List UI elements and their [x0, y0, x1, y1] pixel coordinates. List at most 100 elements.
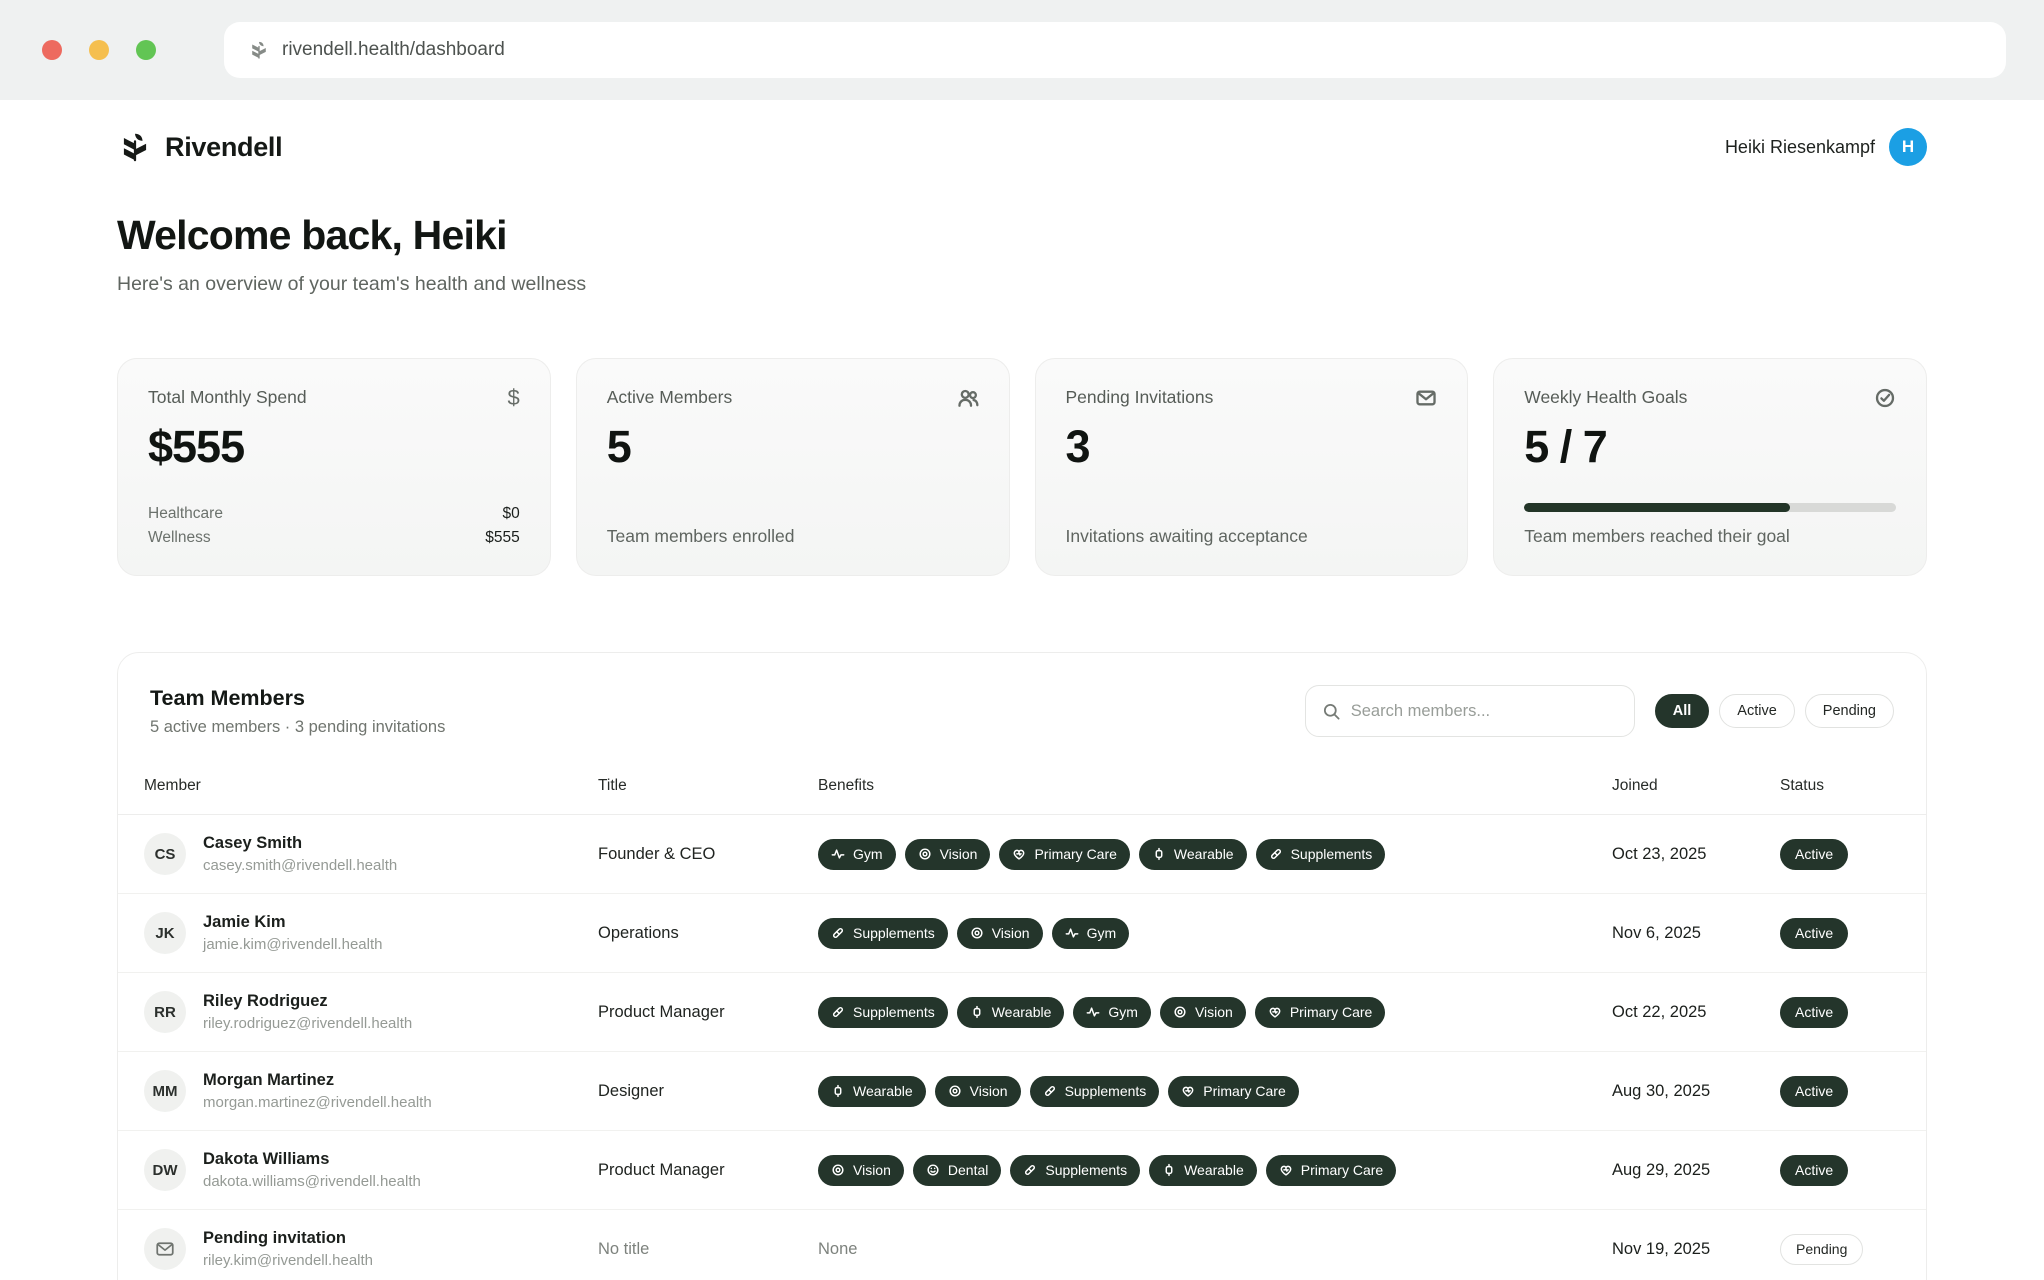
goal-progress-bar	[1524, 503, 1896, 512]
filter-chip-all[interactable]: All	[1655, 694, 1710, 728]
column-header-member: Member	[118, 763, 598, 815]
column-header-title: Title	[598, 763, 818, 815]
benefit-badge-wearable: Wearable	[957, 997, 1065, 1028]
status-badge: Active	[1780, 1155, 1848, 1186]
search-input[interactable]	[1351, 702, 1618, 721]
brand: Rivendell	[117, 129, 282, 165]
benefit-badge-vision: Vision	[957, 918, 1043, 949]
benefit-badge-gym: Gym	[1073, 997, 1151, 1028]
member-name: Riley Rodriguez	[203, 992, 412, 1011]
user-menu[interactable]: Heiki Riesenkampf H	[1725, 128, 1927, 166]
benefit-badge-wearable: Wearable	[818, 1076, 926, 1107]
benefit-badges: SupplementsWearableGymVisionPrimary Care	[818, 994, 1612, 1031]
url-text: rivendell.health/dashboard	[282, 39, 505, 61]
member-avatar: DW	[144, 1149, 186, 1191]
member-joined-date: Aug 30, 2025	[1612, 1082, 1710, 1100]
member-joined-date: Nov 19, 2025	[1612, 1240, 1710, 1258]
gym-icon	[1065, 926, 1079, 940]
stat-card-active-members: Active Members 5 Team members enrolled	[576, 358, 1010, 576]
benefit-badge-vision: Vision	[818, 1155, 904, 1186]
benefit-badge-supplements: Supplements	[1256, 839, 1386, 870]
table-row: JK Jamie Kim jamie.kim@rivendell.health …	[118, 894, 1926, 973]
primary-care-icon	[1012, 847, 1026, 861]
card-label: Pending Invitations	[1066, 387, 1214, 408]
member-name: Jamie Kim	[203, 913, 382, 932]
filter-chips: All Active Pending	[1655, 694, 1894, 728]
card-label: Active Members	[607, 387, 732, 408]
benefit-badge-primary-care: Primary Care	[999, 839, 1129, 870]
vision-icon	[1173, 1005, 1187, 1019]
traffic-lights	[42, 40, 156, 60]
stat-cards: Total Monthly Spend $ $555 Healthcare $0…	[117, 358, 1927, 576]
card-label: Total Monthly Spend	[148, 387, 307, 408]
breakdown-value: $555	[485, 529, 519, 547]
table-row: RR Riley Rodriguez riley.rodriguez@riven…	[118, 973, 1926, 1052]
benefit-badge-vision: Vision	[1160, 997, 1246, 1028]
member-name: Dakota Williams	[203, 1150, 421, 1169]
benefit-badge-primary-care: Primary Care	[1255, 997, 1385, 1028]
benefit-badge-primary-care: Primary Care	[1168, 1076, 1298, 1107]
page-subtitle: Here's an overview of your team's health…	[117, 273, 1927, 296]
benefit-badges: GymVisionPrimary CareWearableSupplements	[818, 836, 1612, 873]
vision-icon	[831, 1163, 845, 1177]
card-value: 5 / 7	[1524, 421, 1896, 473]
member-title: Designer	[598, 1082, 664, 1100]
member-name: Casey Smith	[203, 834, 397, 853]
check-circle-icon	[1874, 387, 1896, 409]
maximize-window-button[interactable]	[136, 40, 156, 60]
benefit-badge-wearable: Wearable	[1149, 1155, 1257, 1186]
member-title: Product Manager	[598, 1161, 725, 1179]
filter-chip-pending[interactable]: Pending	[1805, 694, 1894, 728]
supplements-icon	[831, 926, 845, 940]
member-avatar: RR	[144, 991, 186, 1033]
user-name: Heiki Riesenkampf	[1725, 137, 1875, 158]
card-caption: Invitations awaiting acceptance	[1066, 526, 1438, 547]
spend-breakdown: Healthcare $0 Wellness $555	[148, 505, 520, 547]
benefit-badges: SupplementsVisionGym	[818, 915, 1612, 952]
supplements-icon	[1269, 847, 1283, 861]
minimize-window-button[interactable]	[89, 40, 109, 60]
close-window-button[interactable]	[42, 40, 62, 60]
browser-chrome: rivendell.health/dashboard	[0, 0, 2044, 100]
user-avatar[interactable]: H	[1889, 128, 1927, 166]
status-badge: Active	[1780, 839, 1848, 870]
card-value: 3	[1066, 421, 1438, 473]
member-title: Product Manager	[598, 1003, 725, 1021]
filter-chip-active[interactable]: Active	[1719, 694, 1795, 728]
table-row: CS Casey Smith casey.smith@rivendell.hea…	[118, 815, 1926, 894]
page-title: Welcome back, Heiki	[117, 212, 1927, 259]
card-value: 5	[607, 421, 979, 473]
url-bar[interactable]: rivendell.health/dashboard	[224, 22, 2006, 78]
breakdown-label: Wellness	[148, 529, 211, 547]
dental-icon	[926, 1163, 940, 1177]
gym-icon	[1086, 1005, 1100, 1019]
member-joined-date: Aug 29, 2025	[1612, 1161, 1710, 1179]
member-email: dakota.williams@rivendell.health	[203, 1173, 421, 1190]
card-value: $555	[148, 421, 520, 473]
card-label: Weekly Health Goals	[1524, 387, 1687, 408]
benefit-badge-gym: Gym	[818, 839, 896, 870]
column-header-benefits: Benefits	[818, 763, 1612, 815]
benefit-badge-gym: Gym	[1052, 918, 1130, 949]
card-caption: Team members reached their goal	[1524, 526, 1896, 547]
status-badge: Active	[1780, 918, 1848, 949]
stat-card-weekly-health-goals: Weekly Health Goals 5 / 7 Team members r…	[1493, 358, 1927, 576]
supplements-icon	[831, 1005, 845, 1019]
member-avatar: CS	[144, 833, 186, 875]
member-email: riley.kim@rivendell.health	[203, 1252, 373, 1269]
benefits-none-label: None	[818, 1240, 857, 1259]
column-header-status: Status	[1780, 763, 1926, 815]
team-subtitle: 5 active members · 3 pending invitations	[150, 718, 445, 737]
team-members-section: Team Members 5 active members · 3 pendin…	[117, 652, 1927, 1280]
member-joined-date: Oct 23, 2025	[1612, 845, 1706, 863]
supplements-icon	[1043, 1084, 1057, 1098]
benefit-badges: None	[818, 1240, 1612, 1259]
table-row: Pending invitation riley.kim@rivendell.h…	[118, 1210, 1926, 1280]
mail-icon	[1415, 387, 1437, 409]
member-joined-date: Oct 22, 2025	[1612, 1003, 1706, 1021]
vision-icon	[970, 926, 984, 940]
rivendell-logo-icon	[117, 129, 153, 165]
member-avatar: JK	[144, 912, 186, 954]
search-icon	[1322, 702, 1341, 721]
status-badge: Active	[1780, 1076, 1848, 1107]
